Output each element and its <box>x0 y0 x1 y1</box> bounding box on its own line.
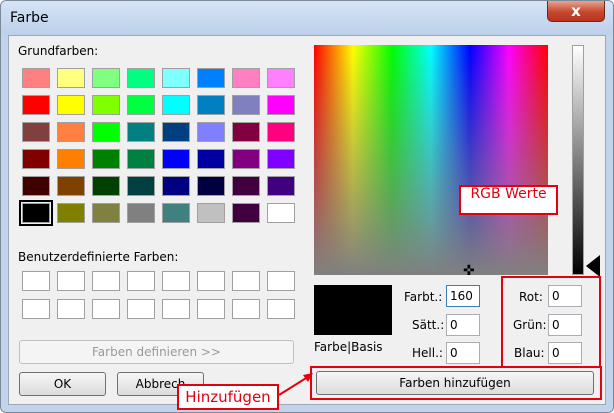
basic-color-swatch[interactable] <box>22 122 50 142</box>
basic-color-swatch[interactable] <box>232 149 260 169</box>
basic-color-swatch[interactable] <box>92 68 120 88</box>
basic-color-swatch[interactable] <box>22 68 50 88</box>
custom-color-slot[interactable] <box>57 299 85 319</box>
basic-color-swatch[interactable] <box>232 68 260 88</box>
basic-color-swatch[interactable] <box>162 149 190 169</box>
basic-color-swatch[interactable] <box>127 149 155 169</box>
basic-color-swatch[interactable] <box>19 200 53 226</box>
color-dialog: Farbe x Grundfarben: Benutzerdefinierte … <box>0 0 614 413</box>
basic-color-swatch[interactable] <box>162 122 190 142</box>
basic-color-swatch[interactable] <box>57 203 85 223</box>
basic-color-swatch[interactable] <box>57 149 85 169</box>
basic-color-swatch[interactable] <box>127 95 155 115</box>
basic-color-swatch[interactable] <box>92 176 120 196</box>
basic-color-swatch[interactable] <box>197 95 225 115</box>
basic-color-swatch[interactable] <box>92 149 120 169</box>
basic-color-swatch[interactable] <box>267 122 295 142</box>
add-button-highlight-box <box>310 366 602 400</box>
basic-color-swatch[interactable] <box>197 149 225 169</box>
crosshair-icon: ✜ <box>463 263 475 279</box>
basic-color-swatch[interactable] <box>232 176 260 196</box>
basic-color-swatch[interactable] <box>267 95 295 115</box>
basic-color-swatch[interactable] <box>22 149 50 169</box>
ok-button[interactable]: OK <box>19 372 106 396</box>
rgb-annotation-label: RGB Werte <box>459 185 558 215</box>
basic-color-swatch[interactable] <box>197 203 225 223</box>
basic-color-swatch[interactable] <box>22 176 50 196</box>
basic-color-swatch[interactable] <box>92 95 120 115</box>
sat-label: Sätt.: <box>412 318 445 332</box>
basic-color-swatch[interactable] <box>232 122 260 142</box>
basic-color-swatch[interactable] <box>57 68 85 88</box>
basic-color-swatch[interactable] <box>57 95 85 115</box>
sat-field[interactable]: 0 <box>446 314 480 336</box>
basic-color-swatch[interactable] <box>92 122 120 142</box>
basic-color-swatch[interactable] <box>267 176 295 196</box>
window-title: Farbe <box>10 10 49 26</box>
basic-color-swatch[interactable] <box>57 176 85 196</box>
basic-color-swatch[interactable] <box>232 203 260 223</box>
custom-color-slot[interactable] <box>197 271 225 291</box>
title-bar: Farbe x <box>1 1 613 35</box>
basic-colors-label: Grundfarben: <box>18 44 99 58</box>
basic-color-swatch[interactable] <box>267 68 295 88</box>
basic-color-swatch[interactable] <box>127 203 155 223</box>
custom-color-slot[interactable] <box>92 271 120 291</box>
custom-color-slot[interactable] <box>232 299 260 319</box>
annotation-arrow-icon <box>278 373 313 396</box>
close-icon: x <box>571 2 581 20</box>
basic-color-swatch[interactable] <box>267 203 295 223</box>
custom-color-slot[interactable] <box>162 271 190 291</box>
custom-color-slot[interactable] <box>232 271 260 291</box>
color-spectrum[interactable] <box>314 45 548 275</box>
custom-color-slot[interactable] <box>57 271 85 291</box>
custom-color-slot[interactable] <box>162 299 190 319</box>
basic-color-swatch[interactable] <box>232 95 260 115</box>
basic-color-swatch[interactable] <box>162 176 190 196</box>
define-colors-button[interactable]: Farben definieren >> <box>19 340 294 364</box>
basic-color-swatch[interactable] <box>267 149 295 169</box>
basic-color-swatch[interactable] <box>162 68 190 88</box>
custom-color-slot[interactable] <box>22 271 50 291</box>
basic-color-swatch[interactable] <box>127 176 155 196</box>
rgb-highlight-box <box>501 276 601 368</box>
luminance-slider[interactable] <box>572 45 584 275</box>
lum-label: Hell.: <box>412 346 443 360</box>
color-preview <box>314 285 392 335</box>
basic-color-swatch[interactable] <box>197 176 225 196</box>
custom-color-slot[interactable] <box>267 299 295 319</box>
custom-colors-label: Benutzerdefinierte Farben: <box>18 250 179 264</box>
basic-color-swatch[interactable] <box>162 203 190 223</box>
basic-color-swatch[interactable] <box>127 68 155 88</box>
basic-color-swatch[interactable] <box>197 68 225 88</box>
custom-color-slot[interactable] <box>127 271 155 291</box>
custom-color-slot[interactable] <box>267 271 295 291</box>
basic-color-swatch[interactable] <box>197 122 225 142</box>
hue-field[interactable]: 160 <box>446 285 480 307</box>
custom-color-slot[interactable] <box>22 299 50 319</box>
basic-color-swatch[interactable] <box>92 203 120 223</box>
add-annotation-label: Hinzufügen <box>177 384 279 410</box>
custom-color-slot[interactable] <box>127 299 155 319</box>
basic-color-swatch[interactable] <box>127 122 155 142</box>
preview-label: Farbe|Basis <box>314 340 383 354</box>
lum-field[interactable]: 0 <box>446 342 480 364</box>
close-button[interactable]: x <box>547 1 605 22</box>
basic-color-swatch[interactable] <box>162 95 190 115</box>
basic-color-swatch[interactable] <box>57 122 85 142</box>
custom-color-slot[interactable] <box>92 299 120 319</box>
hue-label: Farbt.: <box>404 290 443 304</box>
basic-color-swatch[interactable] <box>22 95 50 115</box>
luminance-arrow-icon[interactable] <box>586 255 600 277</box>
custom-color-slot[interactable] <box>197 299 225 319</box>
